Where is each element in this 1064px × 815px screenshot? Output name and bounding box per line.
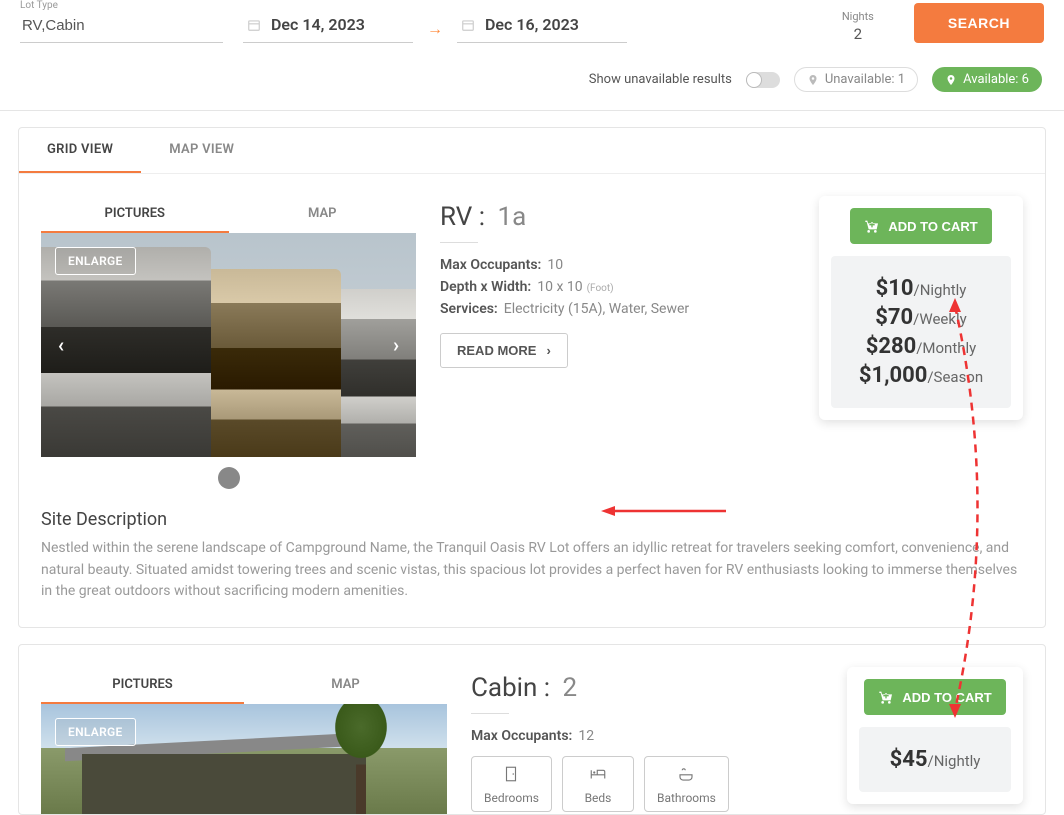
listing-cabin-card: PICTURES MAP ENLARGE Cabin : 2 (18, 644, 1046, 815)
available-text: Available: 6 (963, 72, 1029, 87)
price-list: $10/Nightly $70/Weekly $280/Monthly $1,0… (831, 256, 1011, 408)
door-icon (500, 765, 522, 783)
listing-rv: PICTURES MAP ENLARGE ‹ › (19, 174, 1045, 627)
unavailable-pill: Unavailable: 1 (794, 67, 918, 92)
calendar-icon (461, 18, 475, 32)
gallery-tabs: PICTURES MAP (41, 667, 447, 704)
tab-map-view[interactable]: MAP VIEW (141, 128, 262, 173)
listing-info: Cabin : 2 Max Occupants: 12 Bedrooms Beds (471, 667, 823, 812)
gallery-tabs: PICTURES MAP (41, 196, 416, 233)
tab-pictures[interactable]: PICTURES (41, 667, 244, 704)
prev-image-button[interactable]: ‹ (49, 333, 73, 357)
price-amount: $45 (890, 747, 928, 772)
cart-plus-icon (864, 218, 880, 234)
spec-occupants-value: 10 (547, 257, 563, 273)
gallery-image: ENLARGE (41, 704, 447, 814)
nights-display: Nights 2 (842, 10, 874, 43)
attr-label: Bedrooms (484, 791, 539, 805)
tab-map[interactable]: MAP (244, 667, 447, 704)
date-from-field[interactable]: Dec 14, 2023 (243, 15, 413, 43)
add-to-cart-button[interactable]: ADD TO CART (864, 679, 1005, 715)
lot-type-input[interactable] (20, 13, 223, 43)
spec-occupants-value: 12 (578, 728, 594, 744)
nights-value: 2 (854, 25, 862, 43)
site-description: Site Description Nestled within the sere… (41, 509, 1023, 603)
enlarge-button[interactable]: ENLARGE (55, 718, 136, 746)
next-image-button[interactable]: › (384, 333, 408, 357)
attr-beds: Beds (562, 756, 634, 812)
view-tabs: GRID VIEW MAP VIEW (19, 128, 1045, 174)
enlarge-button[interactable]: ENLARGE (55, 247, 136, 275)
price-amount: $1,000 (859, 363, 928, 388)
attr-bedrooms: Bedrooms (471, 756, 552, 812)
gallery-dot[interactable] (218, 467, 240, 489)
price-period: /Season (927, 368, 983, 386)
price-period: /Nightly (928, 752, 981, 770)
date-to-field[interactable]: Dec 16, 2023 (457, 15, 627, 43)
listing-type: Cabin : (471, 673, 550, 703)
spec-dimensions-unit: (Foot) (587, 283, 614, 294)
calendar-icon (247, 18, 261, 32)
filter-row: Show unavailable results Unavailable: 1 … (0, 61, 1064, 111)
attr-bathrooms: Bathrooms (644, 756, 729, 812)
spec-occupants-label: Max Occupants: (440, 257, 541, 273)
unavailable-toggle[interactable] (746, 72, 780, 88)
add-to-cart-label: ADD TO CART (902, 690, 991, 705)
date-from-value: Dec 14, 2023 (271, 15, 365, 34)
spec-services-label: Services: (440, 301, 498, 317)
listing-unit: 2 (563, 673, 578, 703)
chevron-right-icon: › (546, 343, 550, 358)
search-bar: Lot Type Dec 14, 2023 → Dec 16, 2023 Nig… (0, 0, 1064, 61)
add-to-cart-button[interactable]: ADD TO CART (850, 208, 991, 244)
price-amount: $10 (876, 276, 914, 301)
spec-occupants-label: Max Occupants: (471, 728, 572, 744)
listing-title: Cabin : 2 (471, 673, 823, 703)
listing-cabin: PICTURES MAP ENLARGE Cabin : 2 (19, 645, 1045, 814)
price-amount: $70 (875, 305, 913, 330)
pin-icon (807, 74, 819, 86)
listing-unit: 1a (498, 202, 527, 232)
toggle-label: Show unavailable results (589, 72, 732, 87)
price-period: /Nightly (914, 281, 967, 299)
available-pill: Available: 6 (932, 67, 1042, 92)
spec-dimensions-label: Depth x Width: (440, 279, 531, 295)
pin-icon (945, 74, 957, 86)
price-amount: $280 (866, 334, 917, 359)
price-list: $45/Nightly (859, 727, 1011, 792)
desc-text: Nestled within the serene landscape of C… (41, 538, 1023, 603)
nights-label: Nights (842, 10, 874, 23)
results-card: GRID VIEW MAP VIEW PICTURES MAP ENLARGE … (18, 127, 1046, 628)
listing-title: RV : 1a (440, 202, 795, 232)
bed-icon (587, 765, 609, 783)
price-box: ADD TO CART $45/Nightly (847, 667, 1023, 804)
listing-type: RV : (440, 202, 485, 232)
lot-type-label: Lot Type (20, 0, 223, 11)
attr-label: Beds (575, 791, 621, 805)
cart-plus-icon (878, 689, 894, 705)
date-range: Dec 14, 2023 → Dec 16, 2023 (243, 15, 627, 43)
read-more-button[interactable]: READ MORE › (440, 333, 568, 368)
tab-pictures[interactable]: PICTURES (41, 196, 229, 233)
search-button[interactable]: SEARCH (914, 3, 1044, 43)
spec-dimensions-value: 10 x 10 (537, 279, 582, 295)
desc-title: Site Description (41, 509, 1023, 530)
price-period: /Monthly (916, 339, 976, 357)
gallery-image: ENLARGE ‹ › (41, 233, 416, 457)
room-attributes: Bedrooms Beds Bathrooms (471, 756, 823, 812)
tab-grid-view[interactable]: GRID VIEW (19, 128, 141, 173)
lot-type-field[interactable]: Lot Type (20, 0, 223, 43)
unavailable-text: Unavailable: 1 (825, 72, 905, 87)
gallery-dots (41, 467, 416, 489)
spec-services-value: Electricity (15A), Water, Sewer (504, 301, 689, 317)
tab-map[interactable]: MAP (229, 196, 417, 233)
bath-icon (675, 765, 697, 783)
price-period: /Weekly (913, 310, 967, 328)
date-to-value: Dec 16, 2023 (485, 15, 579, 34)
price-box: ADD TO CART $10/Nightly $70/Weekly $280/… (819, 196, 1023, 420)
arrow-right-icon: → (427, 19, 443, 39)
listing-info: RV : 1a Max Occupants: 10 Depth x Width: 1… (440, 196, 795, 368)
read-more-label: READ MORE (457, 343, 536, 358)
add-to-cart-label: ADD TO CART (888, 219, 977, 234)
attr-label: Bathrooms (657, 791, 716, 805)
